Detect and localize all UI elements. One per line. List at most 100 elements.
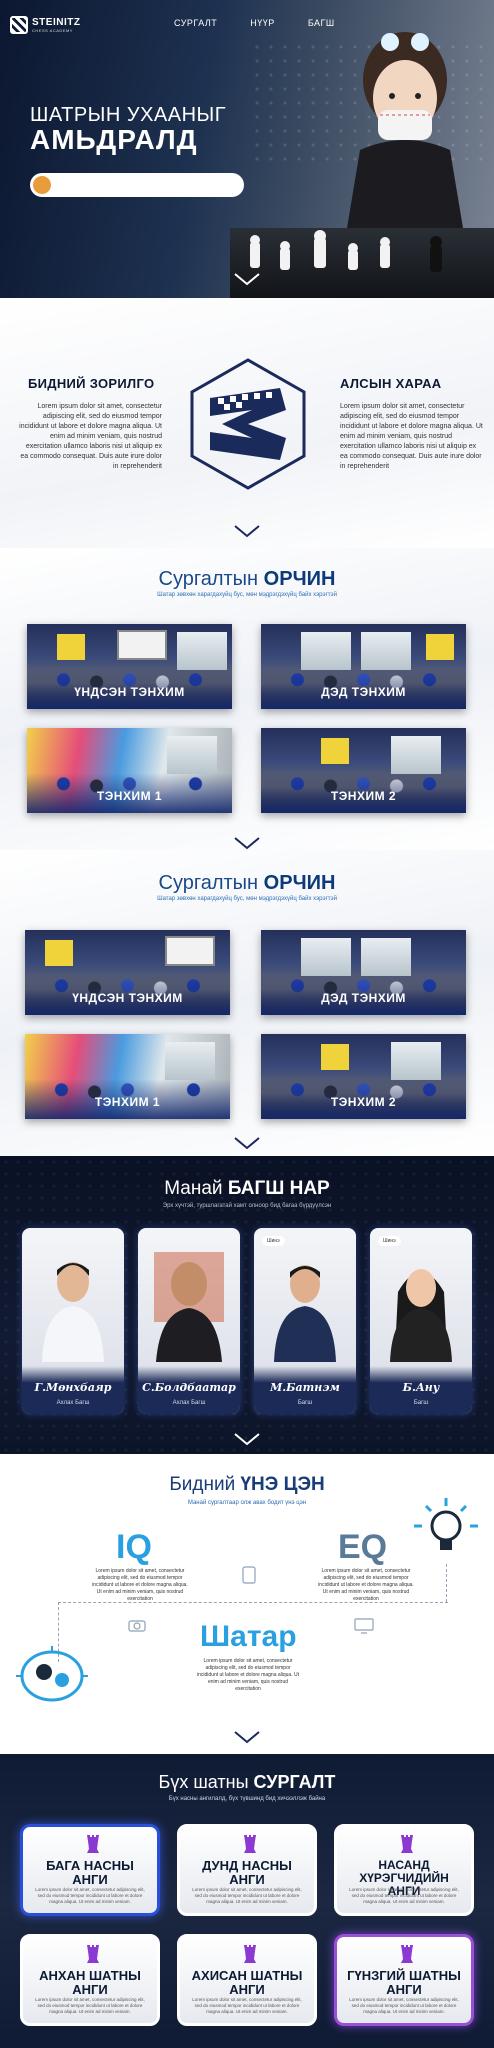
hero-heading-line2: АМЬДРАЛД xyxy=(30,124,198,155)
hero-progress-bar[interactable] xyxy=(30,173,244,197)
room-card-label: ДЭД ТЭНХИМ xyxy=(321,991,406,1005)
room-card-label: ТЭНХИМ 2 xyxy=(330,789,397,803)
course-name: АНХАН ШАТНЫ АНГИ xyxy=(39,1968,141,1997)
course-card[interactable]: АХИСАН ШАТНЫ АНГИ Lorem ipsum dolor sit a… xyxy=(177,1934,317,2026)
room-card-label: ҮНДСЭН ТЭНХИМ xyxy=(74,685,185,699)
course-name: ДУНД НАСНЫ АНГИ xyxy=(202,1858,292,1887)
camera-icon xyxy=(128,1620,146,1632)
lightbulb-icon xyxy=(414,1498,478,1550)
course-desc: Lorem ipsum dolor sit amet, consectetur … xyxy=(35,1887,145,1904)
dashed-connector xyxy=(446,1564,447,1602)
hero-section: STEINITZ CHESS ACADEMY СУРГАЛТ НҮҮР БАГШ … xyxy=(0,0,494,298)
chessboard-image xyxy=(230,228,494,298)
scroll-down-chevron-icon[interactable] xyxy=(233,836,261,850)
eq-label: EQ xyxy=(338,1528,388,1566)
room-card-sub[interactable]: ДЭД ТЭНХИМ xyxy=(261,930,466,1015)
shatar-label: Шатар xyxy=(200,1620,297,1653)
course-card[interactable]: АНХАН ШАТНЫ АНГИ Lorem ipsum dolor sit am… xyxy=(20,1934,160,2026)
course-card[interactable]: ГҮНЗГИЙ ШАТНЫ АНГИ Lorem ipsum dolor sit … xyxy=(334,1934,474,2026)
teacher-role: Багш xyxy=(297,1400,313,1406)
scroll-down-chevron-icon[interactable] xyxy=(233,1432,261,1446)
teachers-subtitle: Эрх хүчтэй, туршлагатай хамт олноор бид … xyxy=(162,1203,332,1209)
rook-icon xyxy=(401,1945,413,1963)
teacher-photo xyxy=(390,1269,452,1362)
teacher-card[interactable]: С.Болдбаатар Ахлах Багш xyxy=(138,1228,240,1414)
course-name: АХИСАН ШАТНЫ АНГИ xyxy=(191,1968,303,1997)
phone-icon xyxy=(242,1566,256,1584)
room-card-main[interactable]: ҮНДСЭН ТЭНХИМ xyxy=(25,930,230,1015)
rook-icon xyxy=(244,1945,256,1963)
teacher-card[interactable]: Шинэ М.Батнэм Багш xyxy=(254,1228,356,1414)
courses-subtitle: Бүх насны ангилалд, бүх түвшинд бид хичэ… xyxy=(168,1796,326,1802)
room-card-1[interactable]: ТЭНХИМ 1 xyxy=(27,728,232,813)
shatar-text: Lorem ipsum dolor sit amet, consectetur … xyxy=(196,1658,299,1692)
rook-icon xyxy=(87,1835,99,1853)
mission-text: Lorem ipsum dolor sit amet, consectetur … xyxy=(19,403,162,470)
teacher-photo xyxy=(274,1265,336,1362)
room-card-label: ТЭНХИМ 1 xyxy=(94,1095,161,1109)
teacher-photo xyxy=(42,1262,104,1362)
eq-text: Lorem ipsum dolor sit amet, consectetur … xyxy=(318,1568,414,1602)
new-badge: Шинэ xyxy=(262,1236,285,1246)
scroll-down-chevron-icon[interactable] xyxy=(233,272,261,286)
nav-item-bagsh[interactable]: БАГШ xyxy=(308,18,335,28)
teacher-photo xyxy=(154,1252,224,1362)
new-badge: Шинэ xyxy=(378,1236,401,1246)
room-card-1[interactable]: ТЭНХИМ 1 xyxy=(25,1034,230,1119)
teacher-name: Б.Ану xyxy=(402,1381,440,1394)
room-card-2[interactable]: ТЭНХИМ 2 xyxy=(261,1034,466,1119)
teachers-title: Манай БАГШ НАР xyxy=(164,1178,330,1199)
room-card-main[interactable]: ҮНДСЭН ТЭНХИМ xyxy=(27,624,232,709)
rook-icon xyxy=(244,1835,256,1853)
vision-text: Lorem ipsum dolor sit amet, consectetur … xyxy=(340,403,483,470)
teacher-role: Багш xyxy=(413,1400,429,1406)
courses-title: Бүх шатны СУРГАЛТ xyxy=(158,1772,336,1792)
course-desc: Lorem ipsum dolor sit amet, consectetur … xyxy=(192,1887,302,1904)
iq-text: Lorem ipsum dolor sit amet, consectetur … xyxy=(92,1568,188,1602)
env-subtitle: Шатар зөвхөн харагдахуйц бус, мөн мэдрэг… xyxy=(157,896,337,902)
values-section: Бидний ҮНЭ ЦЭН Манай сургалтаар олж авах… xyxy=(0,1454,494,1754)
rook-icon xyxy=(87,1945,99,1963)
env-title: Сургалтын ОРЧИН xyxy=(158,568,336,590)
room-card-label: ТЭНХИМ 1 xyxy=(96,789,163,803)
teacher-role: Ахлах Багш xyxy=(172,1400,206,1406)
nav-item-nuur[interactable]: НҮҮР xyxy=(250,18,275,28)
mission-title: БИДНИЙ ЗОРИЛГО xyxy=(28,376,155,391)
env-title: Сургалтын ОРЧИН xyxy=(158,872,336,894)
rook-icon xyxy=(401,1835,413,1853)
hero-girl-image xyxy=(345,32,465,240)
teacher-card[interactable]: Г.Мөнхбаяр Ахлах Багш xyxy=(22,1228,124,1414)
logo-subtext: CHESS ACADEMY xyxy=(32,28,73,33)
course-name: ГҮНЗГИЙ ШАТНЫ АНГИ xyxy=(347,1968,461,1997)
monitor-icon xyxy=(354,1618,374,1634)
course-card[interactable]: БАГА НАСНЫ АНГИ Lorem ipsum dolor sit ame… xyxy=(20,1824,160,1916)
scroll-down-chevron-icon[interactable] xyxy=(233,524,261,538)
nav-menu: СУРГАЛТ НҮҮР БАГШ xyxy=(174,18,335,28)
env-subtitle: Шатар зөвхөн харагдахуйц бус, мөн мэдрэг… xyxy=(157,592,337,598)
top-nav: STEINITZ CHESS ACADEMY СУРГАЛТ НҮҮР БАГШ xyxy=(0,10,494,40)
course-card[interactable]: ДУНД НАСНЫ АНГИ Lorem ipsum dolor sit ame… xyxy=(177,1824,317,1916)
room-card-label: ҮНДСЭН ТЭНХИМ xyxy=(72,991,183,1005)
room-card-label: ТЭНХИМ 2 xyxy=(330,1095,397,1109)
course-desc: Lorem ipsum dolor sit amet, consectetur … xyxy=(192,1997,302,2014)
room-card-2[interactable]: ТЭНХИМ 2 xyxy=(261,728,466,813)
steinitz-hex-logo xyxy=(190,358,306,490)
course-desc: Lorem ipsum dolor sit amet, consectetur … xyxy=(35,1997,145,2014)
teacher-name: М.Батнэм xyxy=(270,1381,340,1394)
iq-label: IQ xyxy=(116,1528,152,1566)
courses-section: Бүх шатны СУРГАЛТ Бүх насны ангилалд, бү… xyxy=(0,1754,494,2048)
teacher-card[interactable]: Шинэ Б.Ану Багш xyxy=(370,1228,472,1414)
dashed-connector xyxy=(58,1602,448,1603)
vision-title: АЛСЫН ХАРАА xyxy=(340,376,442,391)
mission-section: БИДНИЙ ЗОРИЛГО Lorem ipsum dolor sit ame… xyxy=(0,298,494,548)
environment-section-2: Сургалтын ОРЧИН Шатар зөвхөн харагдахуйц… xyxy=(0,850,494,1156)
course-card[interactable]: НАСАНД ХҮРЭГЧИДИЙН АНГИ Lorem ipsum dolor… xyxy=(334,1824,474,1916)
values-title: Бидний ҮНЭ ЦЭН xyxy=(169,1474,325,1495)
scroll-down-chevron-icon[interactable] xyxy=(233,1730,261,1744)
environment-section-1: Сургалтын ОРЧИН Шатар зөвхөн харагдахуйц… xyxy=(0,548,494,850)
scroll-down-chevron-icon[interactable] xyxy=(233,1136,261,1150)
steinitz-logo[interactable]: STEINITZ CHESS ACADEMY xyxy=(10,16,80,34)
nav-item-surgalt[interactable]: СУРГАЛТ xyxy=(174,18,217,28)
course-desc: Lorem ipsum dolor sit amet, consectetur … xyxy=(349,1887,459,1904)
room-card-sub[interactable]: ДЭД ТЭНХИМ xyxy=(261,624,466,709)
